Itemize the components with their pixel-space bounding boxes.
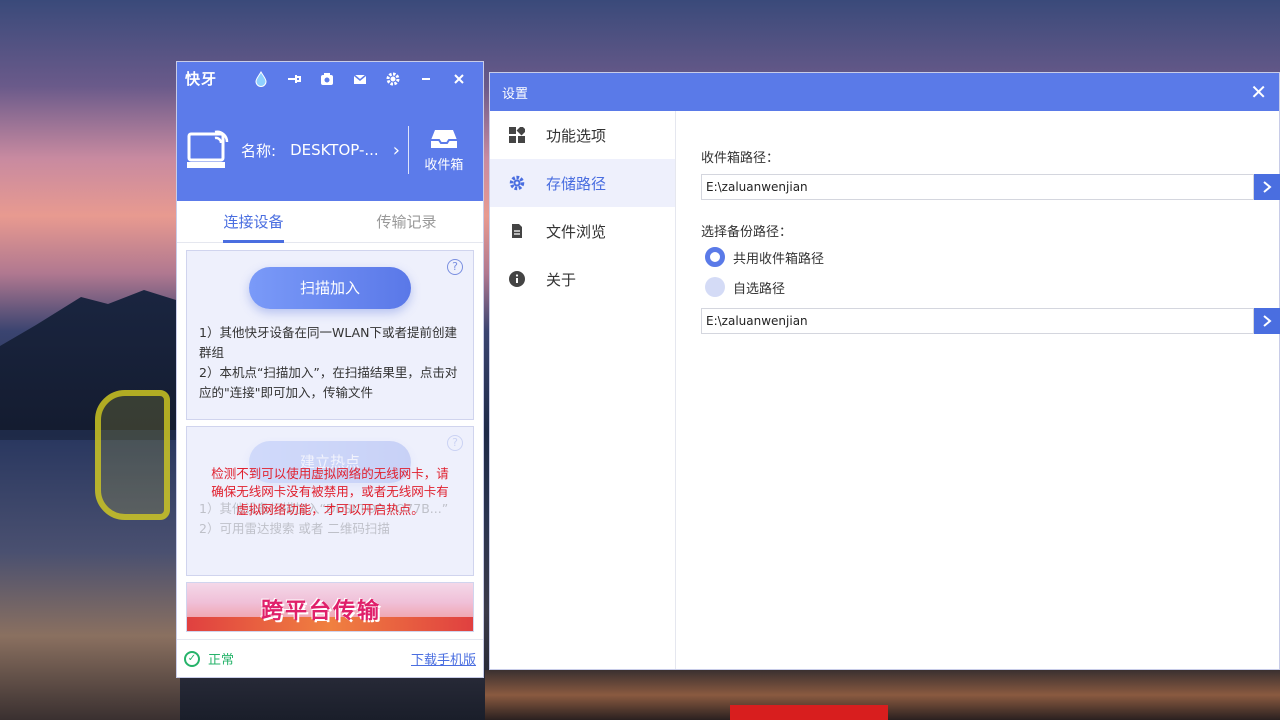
- nav-item-label: 功能选项: [546, 126, 607, 145]
- status-footer: ✓ 正常 下载手机版: [177, 639, 483, 677]
- help-icon[interactable]: ?: [447, 259, 463, 275]
- inbox-path-row: E:\zaluanwenjian: [701, 174, 1280, 200]
- device-name[interactable]: DESKTOP-...: [290, 141, 379, 159]
- scan-join-instructions: 1）其他快牙设备在同一WLAN下或者提前创建群组 2）本机点“扫描加入”，在扫描…: [199, 323, 461, 403]
- titlebar: 快牙: [177, 62, 483, 95]
- gear-icon[interactable]: [376, 67, 409, 91]
- water-drop-icon[interactable]: [244, 67, 277, 91]
- titlebar-icons: [244, 67, 475, 91]
- check-circle-icon: ✓: [184, 650, 200, 667]
- storage-path-panel: 收件箱路径： E:\zaluanwenjian 选择备份路径： 共用收件箱路径 …: [701, 111, 1280, 669]
- inbox-icon: [430, 129, 457, 148]
- chevron-right-icon: [1263, 181, 1272, 193]
- instruction-line: 2）可用雷达搜索 或者 二维码扫描: [199, 521, 390, 536]
- inbox-label: 收件箱: [424, 157, 464, 173]
- backup-path-field[interactable]: E:\zaluanwenjian: [701, 308, 1254, 334]
- radio-label: 自选路径: [733, 281, 786, 297]
- chevron-right-icon[interactable]: ›: [393, 140, 400, 161]
- app-logo: 快牙: [185, 70, 218, 88]
- settings-title: 设置: [502, 86, 529, 102]
- camera-icon[interactable]: [310, 67, 343, 91]
- banner-title: 跨平台传输: [261, 599, 382, 624]
- info-icon: [508, 270, 526, 288]
- download-mobile-link[interactable]: 下载手机版: [411, 649, 476, 668]
- instruction-line: 1）其他快牙设备在同一WLAN下或者提前创建群组: [199, 325, 457, 360]
- browse-inbox-path-button[interactable]: [1254, 174, 1280, 200]
- status-text: 正常: [208, 653, 235, 668]
- computer-wifi-icon: [187, 130, 229, 168]
- tabs: 连接设备 传输记录: [177, 201, 483, 243]
- settings-window: 设置 ✕ 功能选项 存储路径 文件浏览 关于 收件箱路径： E:\zaluanw…: [489, 72, 1280, 670]
- hotspot-card: ? 建立热点 1）其他设备扫描加入“DESKTOP-VO77B...” 2）可用…: [186, 426, 474, 576]
- tab-transfer-history[interactable]: 传输记录: [330, 201, 483, 242]
- settings-nav: 功能选项 存储路径 文件浏览 关于: [490, 111, 676, 669]
- nav-item-label: 存储路径: [546, 174, 607, 193]
- background-light-sculpture: [95, 390, 170, 520]
- inbox-path-label: 收件箱路径：: [701, 151, 780, 166]
- backup-path-label: 选择备份路径：: [701, 225, 793, 240]
- nav-item-label: 文件浏览: [546, 222, 607, 241]
- scan-join-card: ? 扫描加入 1）其他快牙设备在同一WLAN下或者提前创建群组 2）本机点“扫描…: [186, 250, 474, 420]
- backup-path-row: E:\zaluanwenjian: [701, 308, 1280, 334]
- kuaiya-app-window: 快牙 名称: DESKTOP-... › 收件箱 连接设备 传输记录 ? 扫描加…: [176, 61, 484, 678]
- settings-titlebar: 设置 ✕: [490, 73, 1279, 111]
- radio-custom-path[interactable]: 自选路径: [705, 277, 785, 297]
- nav-item-storage-path[interactable]: 存储路径: [490, 159, 675, 207]
- gear-icon: [508, 174, 526, 192]
- inbox-path-field[interactable]: E:\zaluanwenjian: [701, 174, 1254, 200]
- close-icon[interactable]: ✕: [1250, 80, 1267, 104]
- radio-shared-inbox[interactable]: 共用收件箱路径: [705, 247, 824, 267]
- nav-item-features[interactable]: 功能选项: [490, 111, 675, 159]
- nav-item-file-browse[interactable]: 文件浏览: [490, 207, 675, 255]
- instruction-line: 2）本机点“扫描加入”，在扫描结果里，点击对应的"连接"即可加入，传输文件: [199, 365, 458, 400]
- browse-backup-path-button[interactable]: [1254, 308, 1280, 334]
- tab-connect-device[interactable]: 连接设备: [177, 201, 330, 243]
- device-name-label: 名称:: [241, 141, 277, 160]
- radio-label: 共用收件箱路径: [733, 251, 825, 267]
- minimize-icon[interactable]: [409, 67, 442, 91]
- grid-icon: [508, 126, 526, 144]
- radio-selected-icon[interactable]: [705, 247, 725, 267]
- chevron-right-icon: [1263, 315, 1272, 327]
- close-icon[interactable]: [442, 67, 475, 91]
- scan-join-button[interactable]: 扫描加入: [249, 267, 411, 309]
- nav-item-label: 关于: [546, 270, 577, 289]
- app-header: 快牙 名称: DESKTOP-... › 收件箱: [177, 62, 483, 201]
- mail-icon[interactable]: [343, 67, 376, 91]
- nav-item-about[interactable]: 关于: [490, 255, 675, 303]
- document-icon: [508, 222, 526, 240]
- device-row: 名称: DESKTOP-... › 收件箱: [187, 124, 483, 176]
- inbox-button[interactable]: 收件箱: [409, 128, 479, 173]
- help-icon: ?: [447, 435, 463, 451]
- pin-icon[interactable]: [277, 67, 310, 91]
- background-red-sign: [730, 705, 888, 720]
- radio-unselected-icon[interactable]: [705, 277, 725, 297]
- cross-platform-banner[interactable]: 跨平台传输: [186, 582, 474, 632]
- hotspot-warning: 检测不到可以使用虚拟网络的无线网卡，请确保无线网卡没有被禁用，或者无线网卡有虚拟…: [211, 466, 449, 517]
